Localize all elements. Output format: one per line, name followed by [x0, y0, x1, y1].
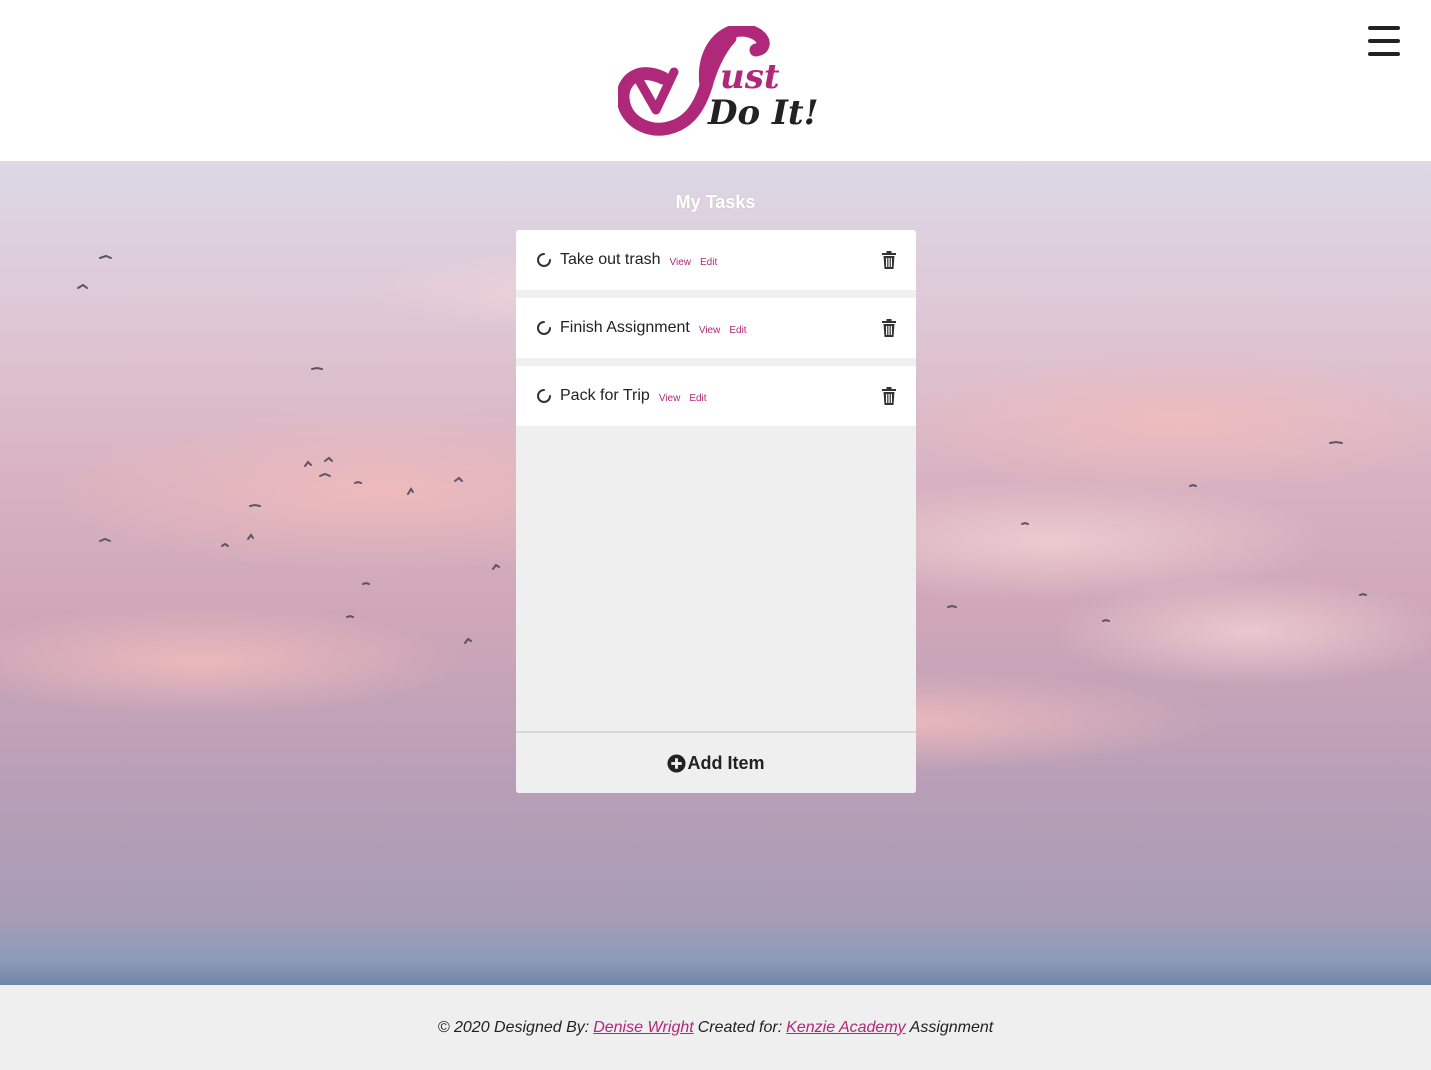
- spinner-icon[interactable]: [536, 320, 552, 336]
- logo-text-do-it: Do It!: [707, 93, 818, 133]
- logo-text-just: ust: [720, 57, 780, 97]
- hamburger-menu-icon[interactable]: [1368, 26, 1400, 56]
- task-name: Pack for Trip: [560, 387, 650, 404]
- org-link[interactable]: Kenzie Academy: [786, 1019, 905, 1037]
- edit-link[interactable]: Edit: [689, 393, 706, 404]
- view-link[interactable]: View: [699, 325, 721, 336]
- task-name: Take out trash: [560, 251, 661, 268]
- just-do-it-logo[interactable]: ust Do It!: [618, 26, 818, 136]
- trash-icon[interactable]: [881, 387, 897, 405]
- trash-icon[interactable]: [881, 319, 897, 337]
- task-name: Finish Assignment: [560, 319, 690, 336]
- hero-background: My Tasks Take out trash View Edit Finish…: [0, 161, 1431, 985]
- page-title: My Tasks: [675, 192, 756, 212]
- add-item-button[interactable]: Add Item: [516, 731, 916, 793]
- view-link[interactable]: View: [670, 257, 692, 268]
- footer-prefix: © 2020 Designed By:: [437, 1018, 590, 1036]
- task-panel: Take out trash View Edit Finish Assignme…: [516, 230, 916, 793]
- view-link[interactable]: View: [659, 393, 681, 404]
- add-item-label: Add Item: [687, 752, 765, 773]
- footer-suffix: Assignment: [909, 1018, 994, 1036]
- page-footer: © 2020 Designed By: Denise Wright Create…: [0, 985, 1431, 1070]
- spinner-icon[interactable]: [536, 388, 552, 404]
- trash-icon[interactable]: [881, 251, 897, 269]
- plus-circle-icon: [667, 753, 687, 773]
- spinner-icon[interactable]: [536, 252, 552, 268]
- footer-created-for: Created for:: [697, 1018, 783, 1036]
- top-header: ust Do It!: [0, 0, 1431, 161]
- task-list: Take out trash View Edit Finish Assignme…: [516, 230, 916, 426]
- list-item: Pack for Trip View Edit: [516, 366, 916, 426]
- edit-link[interactable]: Edit: [729, 325, 746, 336]
- list-item: Finish Assignment View Edit: [516, 298, 916, 358]
- list-item: Take out trash View Edit: [516, 230, 916, 290]
- edit-link[interactable]: Edit: [700, 257, 717, 268]
- designer-link[interactable]: Denise Wright: [593, 1019, 693, 1037]
